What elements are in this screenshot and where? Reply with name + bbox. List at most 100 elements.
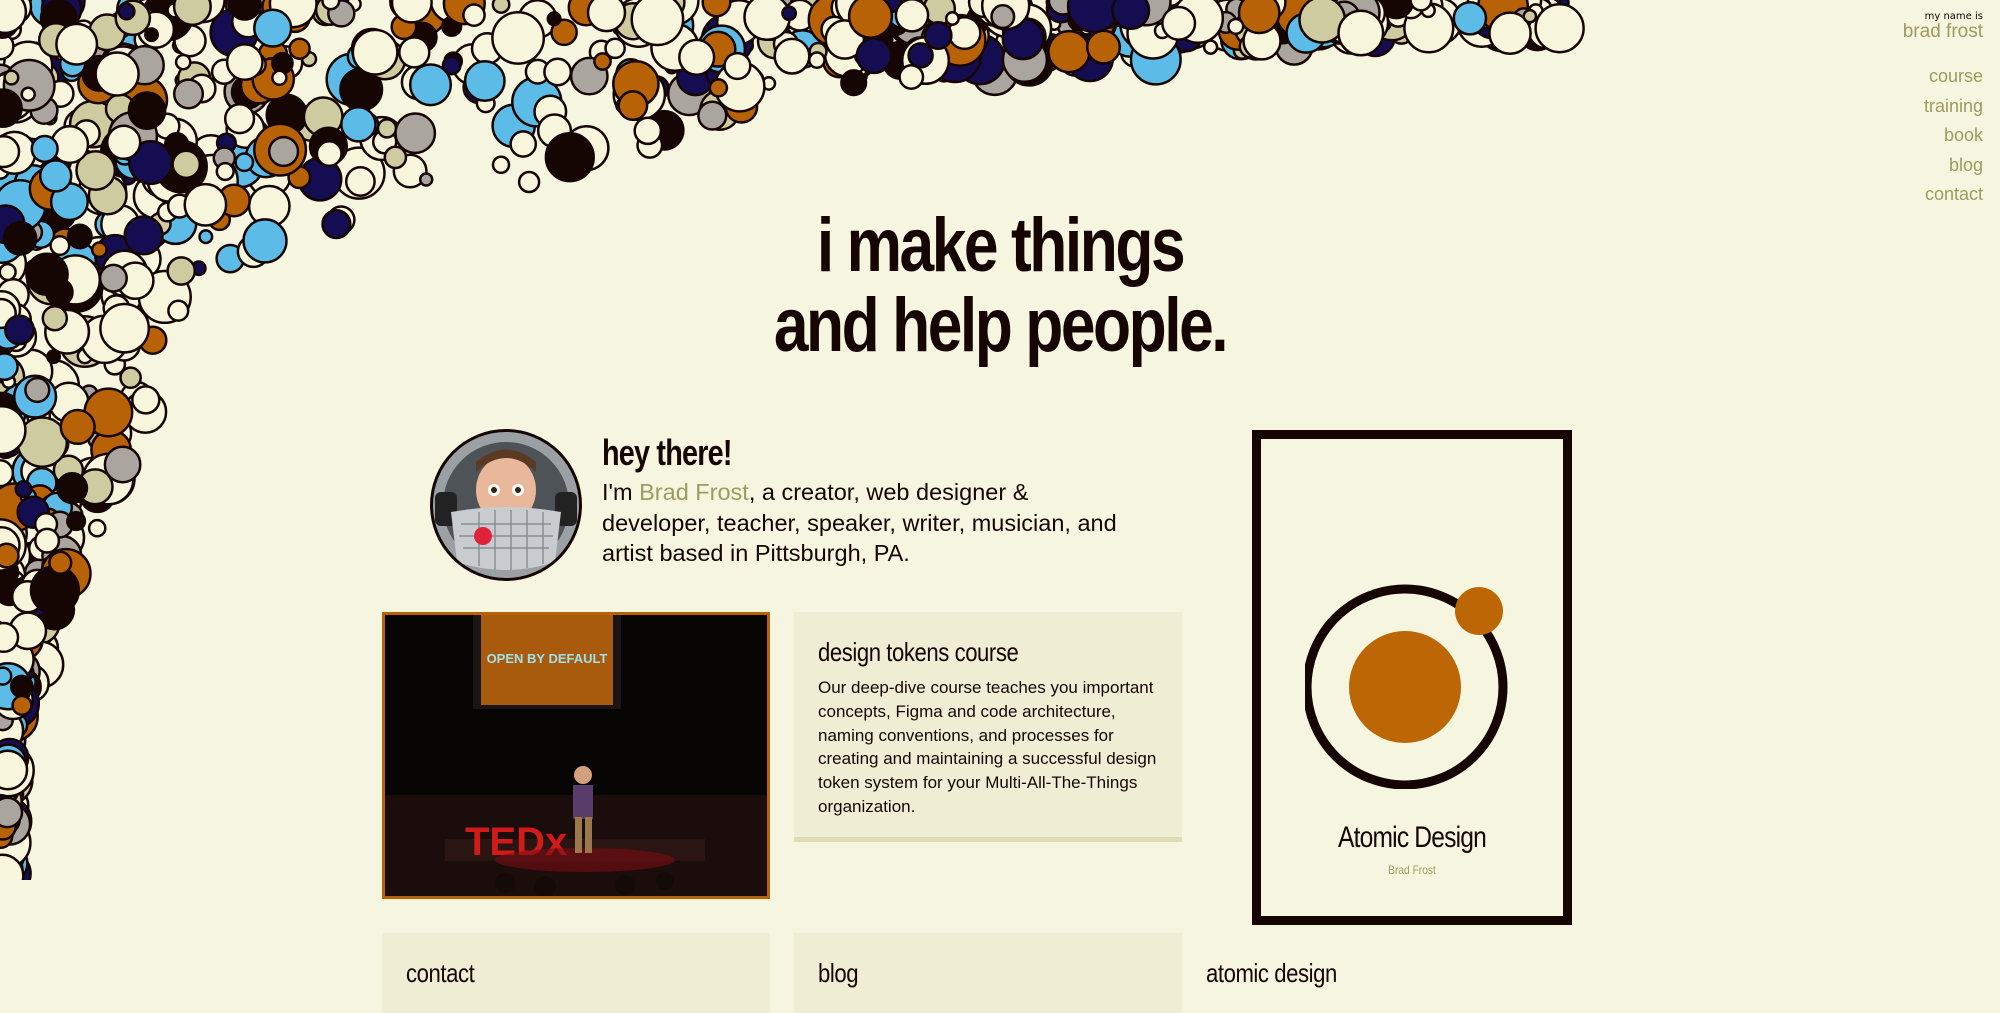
bubble [117,2,136,21]
bubble [66,223,93,250]
bubble [491,0,511,14]
bubble [144,27,159,43]
bubble [98,263,128,293]
bubble [49,234,71,257]
bubble [543,57,573,87]
nav-training-link[interactable]: training [1903,92,1983,122]
bubble [1452,0,1488,36]
bubble [990,4,1016,30]
bubble [586,0,627,33]
bubble [55,22,99,66]
bubble [223,103,256,135]
bubble [11,694,33,717]
bubble [30,134,59,164]
bubble [34,527,61,554]
bubble [321,0,341,11]
blog-card[interactable]: blog [794,933,1182,1013]
hero-line-2: and help people. [773,283,1229,368]
bubble [225,43,264,82]
nav-blog-link[interactable]: blog [1903,151,1983,181]
brad-frost-link[interactable]: Brad Frost [639,479,749,505]
book-title: Atomic Design [1338,821,1487,854]
nav-course-link[interactable]: course [1903,62,1983,92]
bubble [546,11,562,27]
bubble [944,11,960,26]
astronaut-portrait-image [433,432,579,578]
bubble [45,277,74,307]
bubble [4,314,35,346]
bubble [847,0,894,39]
avatar [430,429,582,581]
bubble [0,352,19,382]
bubble [253,8,293,48]
atomic-design-book-card[interactable]: Atomic Design Brad Frost [1252,430,1572,925]
bubble [1085,29,1122,65]
nav-contact-link[interactable]: contact [1903,180,1983,210]
bubble [20,86,36,102]
bubble [630,0,685,47]
contact-card[interactable]: contact [382,933,770,1013]
bubble [0,796,24,829]
atomic-design-card[interactable]: atomic design [1182,933,1570,1013]
bubble [593,52,612,71]
bubble [509,130,538,158]
bubble [351,28,399,76]
bubble [59,408,96,446]
bubble [344,166,376,197]
hero-headline: i make things and help people. [180,206,1820,366]
intro-paragraph: I'm Brad Frost, a creator, web designer … [602,477,1142,569]
bubble [491,10,546,65]
bubble [1534,2,1585,54]
bubble [376,118,398,139]
bubble [172,0,212,27]
bubble [3,69,20,86]
bubble [840,69,868,97]
bubble [340,105,377,143]
bubble [123,215,164,256]
book-author: Brad Frost [1388,863,1436,877]
design-tokens-course-card[interactable]: design tokens course Our deep-dive cours… [794,612,1182,842]
bubble [723,51,752,81]
bubble [1337,9,1385,57]
bubble [87,518,107,538]
ted-talk-photo: OPEN BY DEFAULT TEDx [385,615,767,896]
bubble [708,78,729,98]
bubble [678,38,716,76]
bubble [315,140,343,168]
site-header: my name is brad frost course training bo… [1903,12,1983,210]
bubble [408,63,453,107]
main-nav: course training book blog contact [1903,62,1983,210]
bubble [215,161,235,182]
bubble [38,159,73,193]
bubble [0,621,20,654]
bubble [701,0,732,18]
bubble [1161,5,1197,41]
bubble [463,60,506,102]
bubble [131,385,161,415]
bubble [234,152,255,173]
bubble [394,112,437,155]
ted-talk-card[interactable]: OPEN BY DEFAULT TEDx [382,612,770,899]
bubble [743,0,791,41]
brad-frost-home-link[interactable]: brad frost [1903,22,1983,42]
hero-line-1: i make things [816,203,1186,288]
bubble [544,132,595,183]
bubble [517,170,541,194]
bubble [923,21,953,50]
bubble [174,53,192,71]
bubble [781,5,798,22]
design-tokens-course-text: Our deep-dive course teaches you importa… [818,678,1157,816]
nav-book-link[interactable]: book [1903,121,1983,151]
bubble [0,749,29,791]
bubble [0,542,20,569]
bubble [1227,17,1245,36]
bubble [491,155,511,175]
bubble [1237,0,1281,35]
bubble [898,64,925,90]
bubble [14,480,33,499]
atomic-logo-icon [1305,584,1508,789]
bubble [171,149,202,180]
bubble [48,550,73,575]
bubble [0,459,15,488]
intro-text-before: I'm [602,479,640,505]
